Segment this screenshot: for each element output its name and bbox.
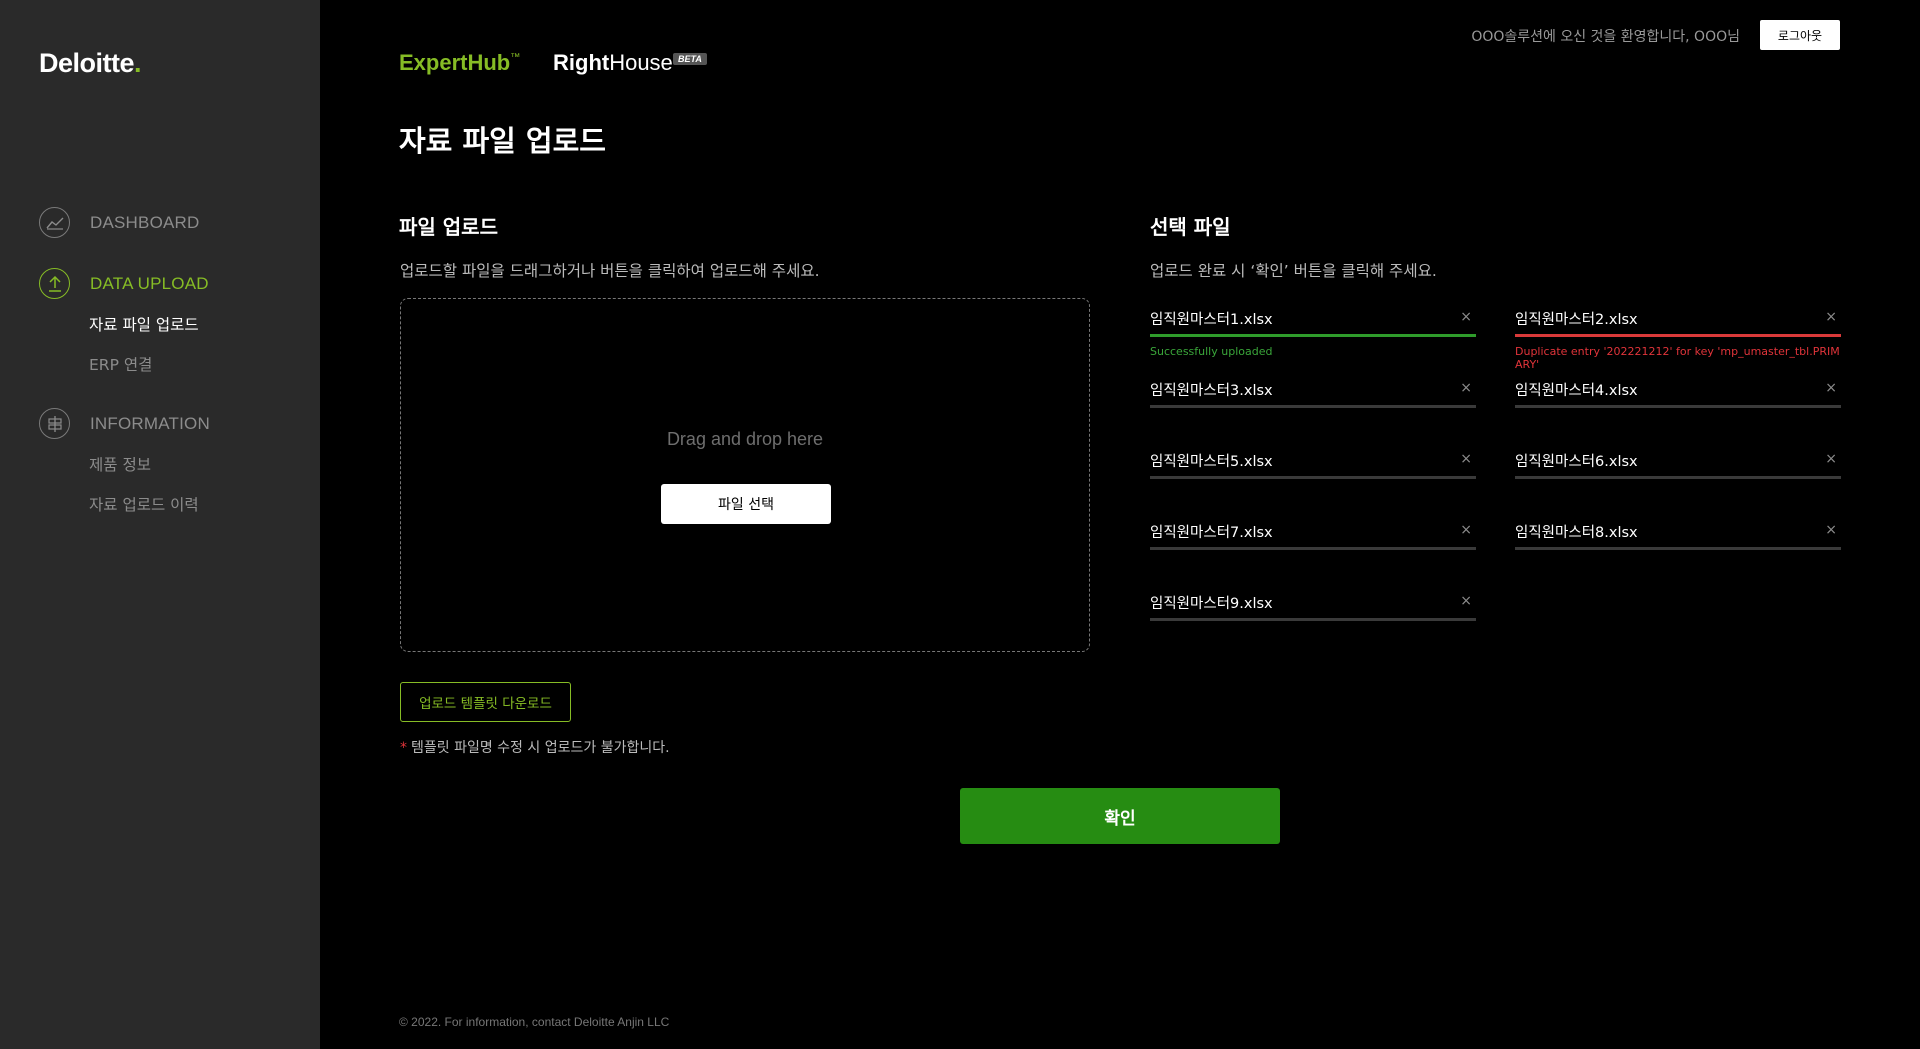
- sidebar-item-upload-history[interactable]: 자료 업로드 이력: [89, 493, 199, 515]
- selected-file-item: 임직원마스터5.xlsx ×: [1150, 445, 1476, 497]
- upload-icon: [39, 268, 70, 299]
- upload-progress-bar: [1150, 618, 1476, 621]
- upload-progress-bar: [1515, 405, 1841, 408]
- brand-experthub-text: ExpertHub: [399, 50, 511, 75]
- selected-file-item: 임직원마스터2.xlsx × Duplicate entry '202221212'…: [1515, 303, 1841, 371]
- close-icon[interactable]: ×: [1460, 522, 1472, 538]
- nav-data-upload-label: DATA UPLOAD: [90, 273, 209, 293]
- signpost-icon: [39, 408, 70, 439]
- close-icon[interactable]: ×: [1825, 451, 1837, 467]
- footer-copyright: © 2022. For information, contact Deloitt…: [399, 1015, 670, 1029]
- page-title: 자료 파일 업로드: [399, 124, 606, 158]
- file-name: 임직원마스터4.xlsx: [1515, 383, 1638, 399]
- file-name: 임직원마스터6.xlsx: [1515, 454, 1638, 470]
- upload-progress-bar: [1515, 334, 1841, 337]
- welcome-message: OOO솔루션에 오신 것을 환영합니다, OOO님: [1471, 29, 1740, 45]
- confirm-button[interactable]: 확인: [960, 788, 1280, 844]
- brand-right-bold: Right: [553, 50, 610, 75]
- selected-file-item: 임직원마스터7.xlsx ×: [1150, 516, 1476, 568]
- sidebar: Deloitte. DASHBOARD DATA UPLOAD 자료 파일 업로…: [0, 0, 320, 1049]
- file-name: 임직원마스터3.xlsx: [1150, 383, 1273, 399]
- file-name: 임직원마스터2.xlsx: [1515, 312, 1638, 328]
- upload-section-title: 파일 업로드: [399, 215, 498, 239]
- close-icon[interactable]: ×: [1825, 522, 1837, 538]
- selected-file-item: 임직원마스터9.xlsx ×: [1150, 587, 1476, 639]
- file-name: 임직원마스터9.xlsx: [1150, 596, 1273, 612]
- selected-file-item: 임직원마스터3.xlsx ×: [1150, 374, 1476, 426]
- file-select-button[interactable]: 파일 선택: [661, 484, 831, 524]
- upload-error-message: Duplicate entry '202221212' for key 'mp_…: [1515, 345, 1840, 371]
- brand-experthub[interactable]: ExpertHub™: [399, 50, 520, 76]
- nav-dashboard-label: DASHBOARD: [90, 212, 200, 232]
- close-icon[interactable]: ×: [1825, 309, 1837, 325]
- brand-righthouse[interactable]: RightHouse: [553, 50, 673, 76]
- file-dropzone[interactable]: Drag and drop here 파일 선택: [400, 298, 1090, 652]
- nav-information[interactable]: INFORMATION: [39, 408, 210, 439]
- beta-badge: BETA: [673, 53, 707, 65]
- file-name: 임직원마스터7.xlsx: [1150, 525, 1273, 541]
- logo-text: Deloitte: [39, 48, 135, 78]
- template-download-button[interactable]: 업로드 템플릿 다운로드: [400, 682, 571, 722]
- logo-dot: .: [134, 48, 142, 78]
- close-icon[interactable]: ×: [1460, 451, 1472, 467]
- selected-file-item: 임직원마스터4.xlsx ×: [1515, 374, 1841, 426]
- upload-progress-bar: [1150, 334, 1476, 337]
- close-icon[interactable]: ×: [1460, 593, 1472, 609]
- nav-data-upload[interactable]: DATA UPLOAD: [39, 268, 209, 299]
- upload-progress-bar: [1150, 547, 1476, 550]
- selected-description: 업로드 완료 시 ‘확인’ 버튼을 클릭해 주세요.: [1150, 262, 1437, 280]
- file-name: 임직원마스터1.xlsx: [1150, 312, 1273, 328]
- drop-text: Drag and drop here: [666, 429, 824, 449]
- upload-progress-bar: [1150, 405, 1476, 408]
- nav-dashboard[interactable]: DASHBOARD: [39, 207, 200, 238]
- close-icon[interactable]: ×: [1460, 309, 1472, 325]
- upload-progress-bar: [1515, 547, 1841, 550]
- brand-right-rest: House: [609, 50, 673, 75]
- sidebar-item-file-upload[interactable]: 자료 파일 업로드: [89, 313, 199, 335]
- file-name: 임직원마스터5.xlsx: [1150, 454, 1273, 470]
- template-note-text: 템플릿 파일명 수정 시 업로드가 불가합니다.: [411, 740, 670, 756]
- upload-description: 업로드할 파일을 드래그하거나 버튼을 클릭하여 업로드해 주세요.: [400, 262, 820, 280]
- nav-information-label: INFORMATION: [90, 413, 210, 433]
- sidebar-item-product-info[interactable]: 제품 정보: [89, 453, 151, 475]
- deloitte-logo[interactable]: Deloitte.: [39, 48, 142, 79]
- template-note: * 템플릿 파일명 수정 시 업로드가 불가합니다.: [400, 737, 670, 757]
- upload-progress-bar: [1515, 476, 1841, 479]
- sidebar-item-erp[interactable]: ERP 연결: [89, 353, 152, 375]
- upload-success-message: Successfully uploaded: [1150, 345, 1273, 358]
- selected-file-item: 임직원마스터6.xlsx ×: [1515, 445, 1841, 497]
- selected-file-item: 임직원마스터1.xlsx × Successfully uploaded: [1150, 303, 1476, 358]
- close-icon[interactable]: ×: [1460, 380, 1472, 396]
- required-star: *: [400, 740, 407, 756]
- selected-section-title: 선택 파일: [1150, 215, 1231, 239]
- trademark-mark: ™: [510, 52, 521, 63]
- file-name: 임직원마스터8.xlsx: [1515, 525, 1638, 541]
- selected-file-item: 임직원마스터8.xlsx ×: [1515, 516, 1841, 568]
- close-icon[interactable]: ×: [1825, 380, 1837, 396]
- chart-line-icon: [39, 207, 70, 238]
- upload-progress-bar: [1150, 476, 1476, 479]
- logout-button[interactable]: 로그아웃: [1760, 20, 1840, 50]
